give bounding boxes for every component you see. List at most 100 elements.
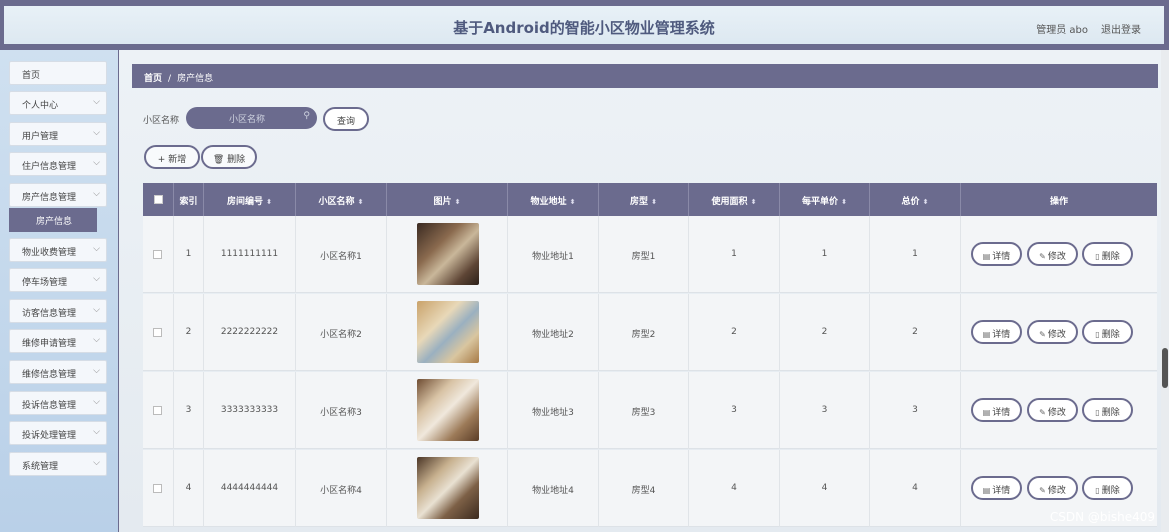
sidebar-item-system-management[interactable]: 系统管理 ⌵ [9,452,107,476]
col-header-total[interactable]: 总价 ⬍ [870,183,961,216]
sidebar-item-label: 维修信息管理 [22,370,77,380]
chevron-down-icon: ⌵ [93,335,100,345]
sidebar-item-label: 投诉处理管理 [22,431,77,441]
pencil-icon: ✎ [1039,486,1046,495]
select-all-checkbox[interactable] [154,195,163,204]
cell-unit-price: 2 [780,294,870,371]
detail-button[interactable]: ▤ 详情 [971,320,1022,344]
cell-index: 1 [174,216,204,293]
cell-address: 物业地址3 [508,372,599,449]
batch-delete-label: 删除 [227,155,246,165]
row-checkbox[interactable] [153,484,162,493]
sidebar-subitem-property-info[interactable]: 房产信息 [9,208,97,232]
delete-button[interactable]: ▯ 删除 [1082,242,1133,266]
query-button[interactable]: 查询 [323,107,369,131]
cell-type: 房型1 [599,216,689,293]
delete-button[interactable]: ▯ 删除 [1082,320,1133,344]
cell-image [387,450,508,527]
document-icon: ▤ [982,330,991,339]
scrollbar-thumb[interactable] [1162,348,1168,388]
sidebar-item-fee-management[interactable]: 物业收费管理 ⌵ [9,238,107,262]
row-checkbox[interactable] [153,406,162,415]
chevron-down-icon: ⌵ [93,458,100,468]
col-header-community[interactable]: 小区名称 ⬍ [296,183,387,216]
col-header-image[interactable]: 图片 ⬍ [387,183,508,216]
chevron-down-icon: ⌵ [93,128,100,138]
chevron-down-icon: ⌵ [93,274,100,284]
col-header-area[interactable]: 使用面积 ⬍ [689,183,780,216]
room-photo[interactable] [417,301,479,363]
sidebar-item-parking-management[interactable]: 停车场管理 ⌵ [9,268,107,292]
col-header-unit-price[interactable]: 每平单价 ⬍ [780,183,870,216]
sidebar-item-label: 房产信息管理 [22,193,77,203]
sidebar-item-label: 系统管理 [22,462,59,472]
detail-button[interactable]: ▤ 详情 [971,476,1022,500]
sidebar-item-visitor-management[interactable]: 访客信息管理 ⌵ [9,299,107,323]
sidebar-item-user-management[interactable]: 用户管理 ⌵ [9,122,107,146]
community-search-input[interactable]: 小区名称 ⚲ [186,107,317,129]
sidebar-item-label: 个人中心 [22,101,59,111]
sidebar-item-repair-info[interactable]: 维修信息管理 ⌵ [9,360,107,384]
room-photo[interactable] [417,223,479,285]
sort-icon: ⬍ [922,198,929,206]
row-select-cell [143,450,174,527]
cell-unit-price: 3 [780,372,870,449]
sidebar-item-label: 投诉信息管理 [22,401,77,411]
sidebar-item-repair-request[interactable]: 维修申请管理 ⌵ [9,329,107,353]
batch-delete-button[interactable]: 🗑 删除 [201,145,257,169]
watermark: CSDN @bishe409 [1049,510,1155,524]
edit-button[interactable]: ✎ 修改 [1027,476,1078,500]
sidebar: 首页 个人中心 ⌵ 用户管理 ⌵ 住户信息管理 ⌵ 房产信息管理 ⌵ 房产信息 物业收费… [0,50,118,532]
edit-button[interactable]: ✎ 修改 [1027,398,1078,422]
detail-button[interactable]: ▤ 详情 [971,398,1022,422]
chevron-down-icon: ⌵ [93,366,100,376]
table-header: 索引 房间编号 ⬍ 小区名称 ⬍ 图片 ⬍ 物业地址 ⬍ 房型 ⬍ 使用面积 ⬍ 每平单价 ⬍… [143,183,1157,216]
row-select-cell [143,216,174,293]
pencil-icon: ✎ [1039,408,1046,417]
sidebar-item-home[interactable]: 首页 [9,61,107,85]
cell-address: 物业地址4 [508,450,599,527]
row-checkbox[interactable] [153,250,162,259]
trash-icon: 🗑 [212,155,225,165]
detail-button[interactable]: ▤ 详情 [971,242,1022,266]
sidebar-item-label: 用户管理 [22,132,59,142]
col-header-room-no[interactable]: 房间编号 ⬍ [204,183,296,216]
sidebar-item-personal-center[interactable]: 个人中心 ⌵ [9,91,107,115]
table-row: 1 1111111111 小区名称1 物业地址1 房型1 1 1 1 ▤ 详情 ✎… [143,216,1157,293]
delete-button[interactable]: ▯ 删除 [1082,398,1133,422]
edit-button[interactable]: ✎ 修改 [1027,242,1078,266]
search-icon: ⚲ [303,111,310,121]
sidebar-item-complaint-info[interactable]: 投诉信息管理 ⌵ [9,391,107,415]
cell-total: 3 [870,372,961,449]
edit-button[interactable]: ✎ 修改 [1027,320,1078,344]
sidebar-item-label: 首页 [22,71,41,81]
chevron-up-icon: ⌵ [93,189,100,199]
chevron-down-icon: ⌵ [93,97,100,107]
sort-icon: ⬍ [651,198,657,206]
cell-room-no: 1111111111 [204,216,296,293]
chevron-down-icon: ⌵ [93,305,100,315]
breadcrumb-current: 房产信息 [177,74,214,84]
document-icon: ▤ [982,408,991,417]
delete-button[interactable]: ▯ 删除 [1082,476,1133,500]
row-checkbox[interactable] [153,328,162,337]
cell-index: 2 [174,294,204,371]
col-header-address[interactable]: 物业地址 ⬍ [508,183,599,216]
cell-image [387,216,508,293]
logout-link[interactable]: 退出登录 [1101,21,1141,36]
breadcrumb: 首页 / 房产信息 [132,64,1158,88]
vertical-scrollbar[interactable] [1161,50,1169,532]
sidebar-item-resident-management[interactable]: 住户信息管理 ⌵ [9,152,107,176]
app-title: 基于Android的智能小区物业管理系统 [453,19,715,37]
chevron-down-icon: ⌵ [93,158,100,168]
col-header-type[interactable]: 房型 ⬍ [599,183,689,216]
add-button[interactable]: + 新增 [144,145,200,169]
trash-icon: ▯ [1095,330,1100,339]
breadcrumb-home[interactable]: 首页 [144,74,162,84]
room-photo[interactable] [417,379,479,441]
room-photo[interactable] [417,457,479,519]
sidebar-item-property-management[interactable]: 房产信息管理 ⌵ [9,183,107,207]
cell-total: 2 [870,294,961,371]
sidebar-item-complaint-handling[interactable]: 投诉处理管理 ⌵ [9,421,107,445]
sort-icon: ⬍ [454,198,461,206]
